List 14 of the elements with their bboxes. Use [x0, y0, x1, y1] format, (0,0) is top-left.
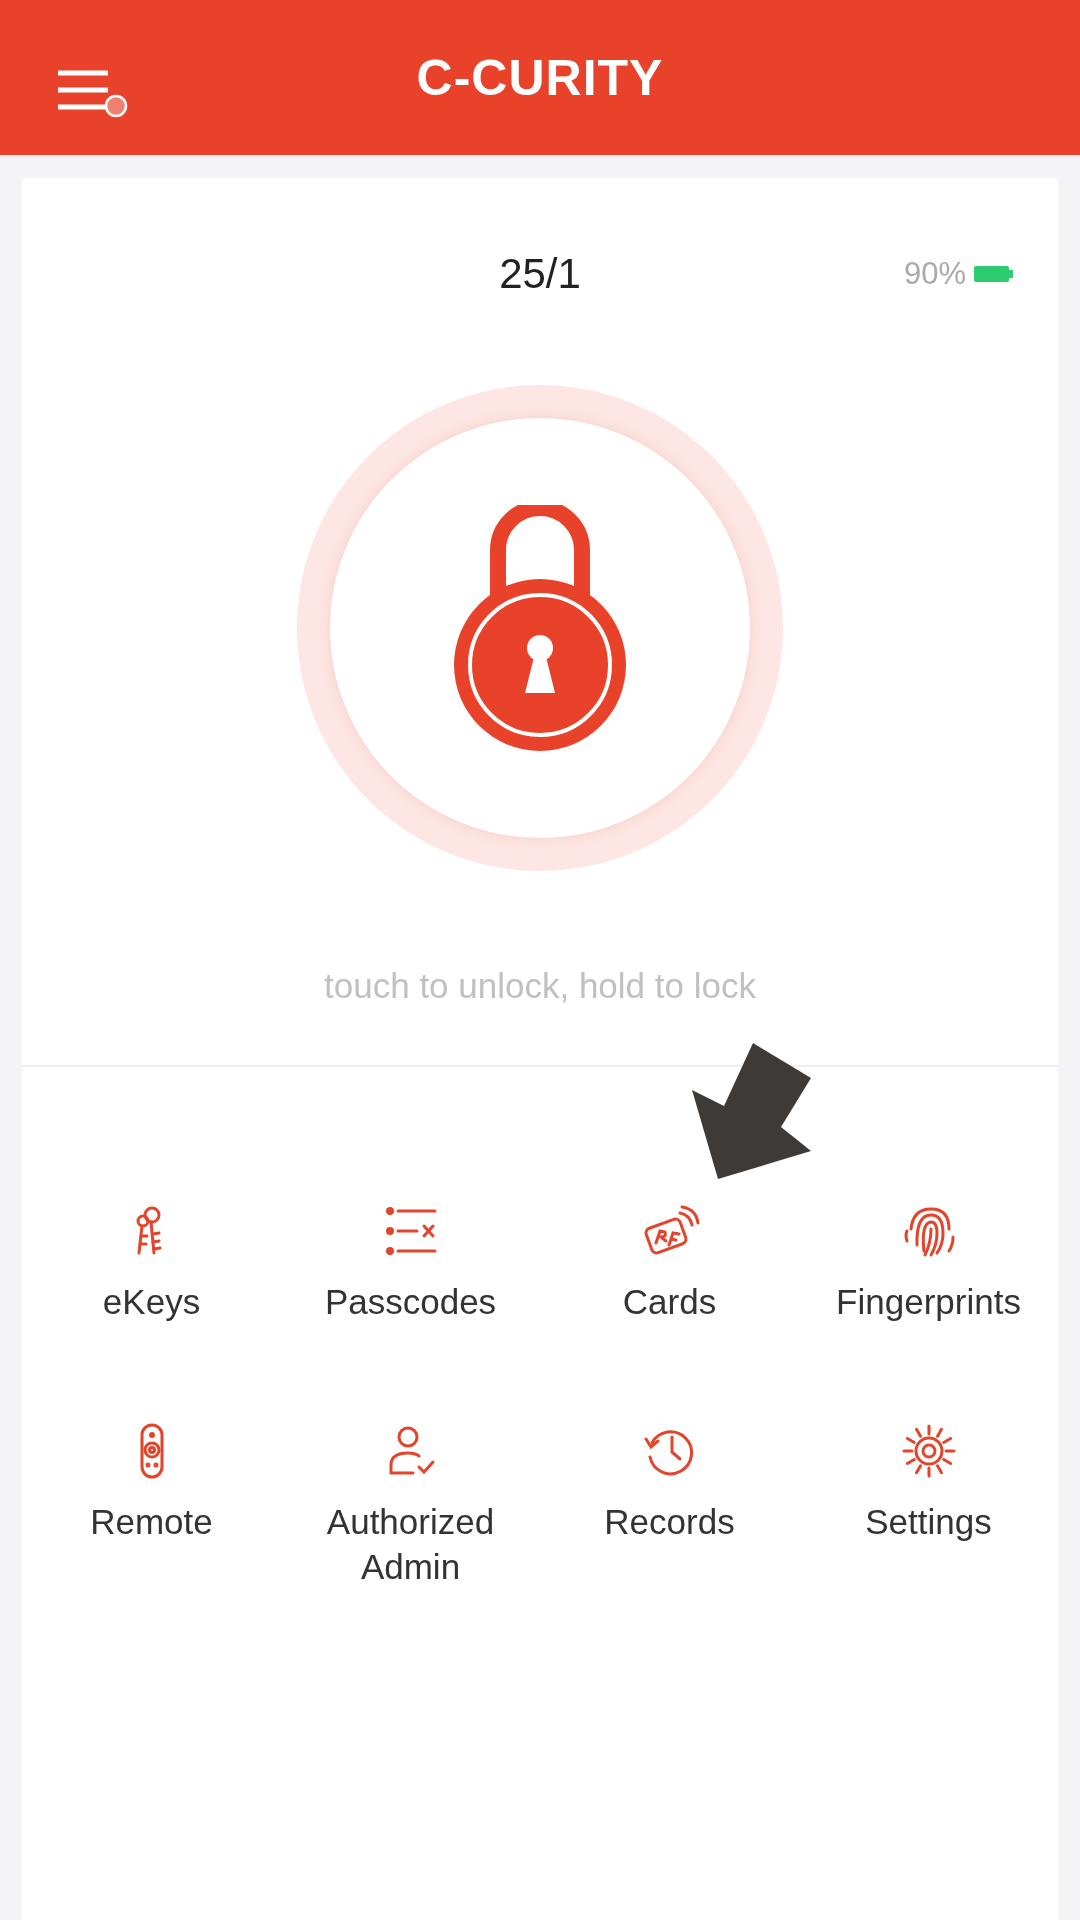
feature-button[interactable]: Fingerprints: [799, 1159, 1058, 1379]
battery-icon: [974, 264, 1014, 284]
lock-hint: touch to unlock, hold to lock: [324, 966, 756, 1006]
feature-button[interactable]: Cards: [540, 1159, 799, 1379]
battery-percent: 90%: [903, 256, 966, 292]
app-title: C-CURITY: [416, 48, 664, 107]
feature-button[interactable]: Settings: [799, 1379, 1058, 1599]
feature-button[interactable]: Remote: [22, 1379, 281, 1599]
feature-button[interactable]: eKeys: [22, 1159, 281, 1379]
feature-button[interactable]: Records: [540, 1379, 799, 1599]
feature-button[interactable]: Passcodes: [281, 1159, 540, 1379]
padlock-icon: [453, 505, 627, 751]
feature-button[interactable]: Authorized Admin: [281, 1379, 540, 1599]
date-label: 25/1: [499, 250, 581, 299]
